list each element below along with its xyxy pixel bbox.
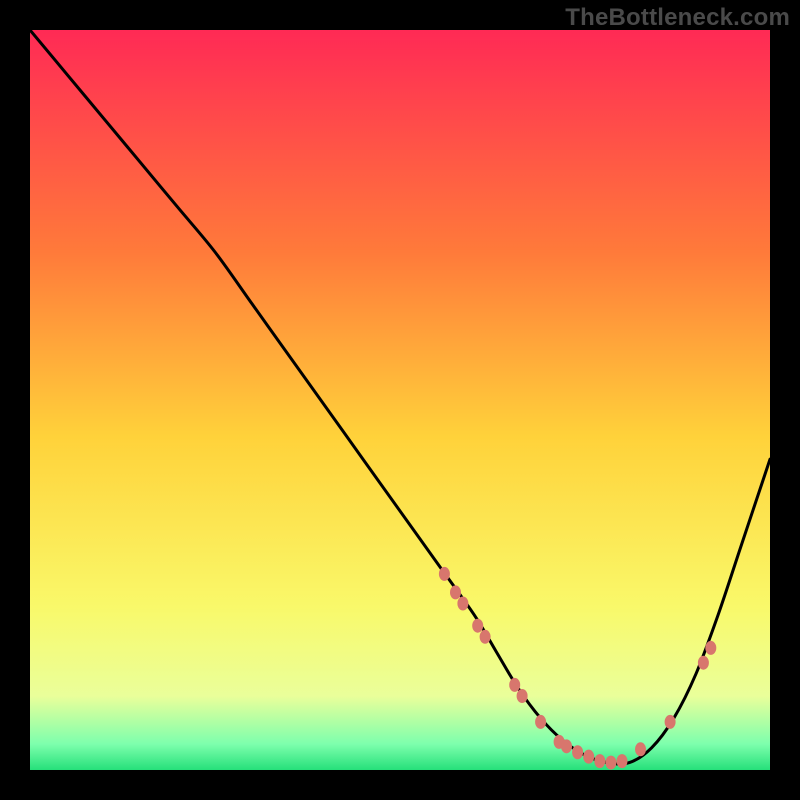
data-marker — [509, 678, 520, 692]
gradient-background — [30, 30, 770, 770]
data-marker — [698, 656, 709, 670]
data-marker — [705, 641, 716, 655]
data-marker — [450, 585, 461, 599]
data-marker — [583, 750, 594, 764]
data-marker — [665, 715, 676, 729]
data-marker — [561, 739, 572, 753]
chart-frame: TheBottleneck.com — [0, 0, 800, 800]
data-marker — [480, 630, 491, 644]
data-marker — [472, 619, 483, 633]
data-marker — [594, 754, 605, 768]
watermark-text: TheBottleneck.com — [565, 4, 790, 32]
data-marker — [635, 742, 646, 756]
data-marker — [439, 567, 450, 581]
data-marker — [617, 754, 628, 768]
chart-svg — [30, 30, 770, 770]
plot-area — [30, 30, 770, 770]
data-marker — [572, 745, 583, 759]
data-marker — [605, 756, 616, 770]
data-marker — [517, 689, 528, 703]
data-marker — [457, 597, 468, 611]
data-marker — [535, 715, 546, 729]
